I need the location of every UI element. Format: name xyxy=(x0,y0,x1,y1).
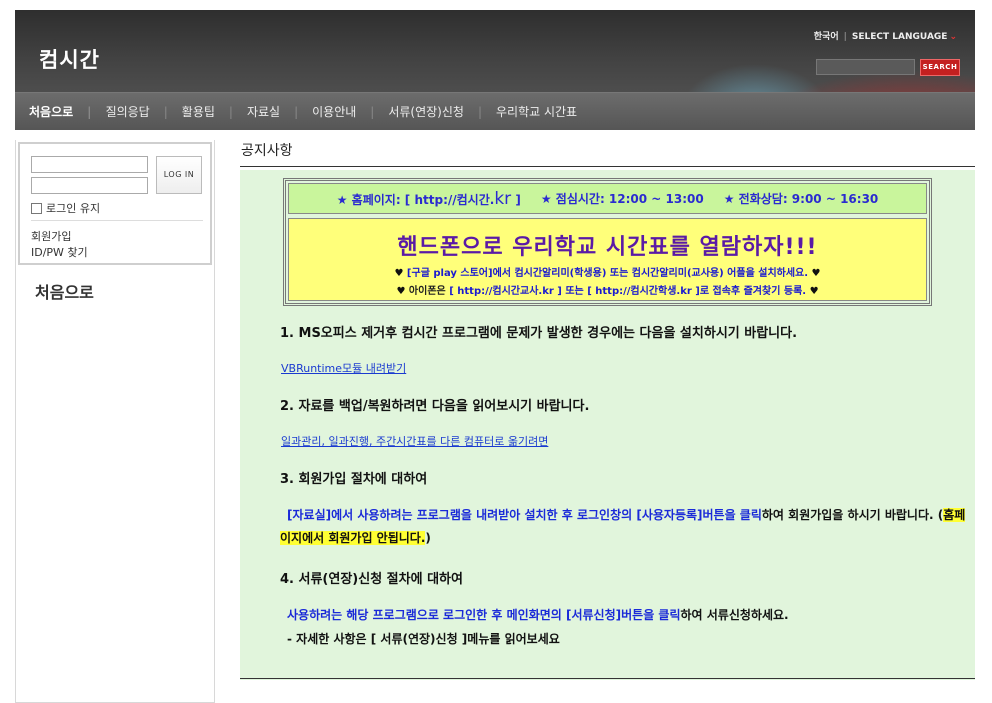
nav-item-school-timetable[interactable]: 우리학교 시간표 xyxy=(496,93,577,130)
sidebar-title: 처음으로 xyxy=(35,283,94,302)
language-separator: | xyxy=(843,32,847,42)
site-header: 컴시간 한국어 | SELECT LANGUAGE ⌄ SEARCH 처음으로 | 질의… xyxy=(15,10,975,130)
vbruntime-download-link[interactable]: VBRuntime모듈 내려받기 xyxy=(281,360,406,376)
nav-item-document-request[interactable]: 서류(연장)신청 | xyxy=(388,93,496,130)
login-id-field[interactable] xyxy=(31,156,148,173)
search-input[interactable] xyxy=(816,59,915,75)
keep-login-checkbox[interactable] xyxy=(31,202,42,214)
join-link[interactable]: 회원가입 xyxy=(31,228,71,244)
section-2-title: 2. 자료를 백업/복원하려면 다음을 읽어보시기 바랍니다. xyxy=(280,399,590,414)
sidebar: LOG IN 로그인 유지 회원가입 ID/PW 찾기 처음으로 xyxy=(15,140,215,703)
language-select[interactable]: SELECT LANGUAGE xyxy=(852,32,948,42)
nav-item-downloads[interactable]: 자료실 | xyxy=(247,93,312,130)
content-bottom-rule xyxy=(240,678,975,679)
notice-headline: 핸드폰으로 우리학교 시간표를 열람하자!!! xyxy=(397,235,818,260)
site-logo[interactable]: 컴시간 xyxy=(39,44,100,74)
homepage-info: ★ 홈페이지: [ http://컴시간.kr ] xyxy=(336,188,521,209)
login-button[interactable]: LOG IN xyxy=(156,156,202,194)
divider xyxy=(31,220,203,221)
notice-content: ★ 홈페이지: [ http://컴시간.kr ] ★ 점심시간: 12:00 … xyxy=(240,170,975,680)
main-nav: 처음으로 | 질의응답 | 활용팁 | 자료실 | 이용안내 | 서류(연장)신청 | 우리… xyxy=(15,92,975,130)
heart-icon: ♥ xyxy=(396,286,406,297)
phone-hours: ★ 전화상담: 9:00 ~ 16:30 xyxy=(723,192,879,206)
login-password-field[interactable] xyxy=(31,177,148,194)
section-4-title: 4. 서류(연장)신청 절차에 대하여 xyxy=(280,572,463,587)
heart-icon: ♥ xyxy=(811,268,821,279)
keep-login-label: 로그인 유지 xyxy=(46,202,101,215)
nav-item-home[interactable]: 처음으로 | xyxy=(29,93,106,130)
nav-item-qna[interactable]: 질의응답 | xyxy=(106,93,182,130)
find-id-pw-link[interactable]: ID/PW 찾기 xyxy=(31,244,88,260)
notice-info-bar: ★ 홈페이지: [ http://컴시간.kr ] ★ 점심시간: 12:00 … xyxy=(288,183,927,214)
notice-line-android: ♥ [구글 play 스토어]에서 컴시간알리미(학생용) 또는 컴시간알리미(… xyxy=(394,268,821,279)
language-current[interactable]: 한국어 xyxy=(814,32,839,42)
backup-guide-link[interactable]: 일과관리, 일과진행, 주간시간표를 다른 컴퓨터로 옮기려면 xyxy=(281,433,548,449)
page-title-bar: 공지사항 xyxy=(240,138,975,167)
homepage-link[interactable]: http://컴시간.kr xyxy=(414,189,511,209)
notice-box: ★ 홈페이지: [ http://컴시간.kr ] ★ 점심시간: 12:00 … xyxy=(283,178,932,306)
heart-icon: ♥ xyxy=(394,268,404,279)
nav-item-tips[interactable]: 활용팁 | xyxy=(182,93,247,130)
keep-login[interactable]: 로그인 유지 xyxy=(31,200,100,216)
search-button[interactable]: SEARCH xyxy=(920,59,960,76)
notice-headline-box: 핸드폰으로 우리학교 시간표를 열람하자!!! ♥ [구글 play 스토어]에… xyxy=(288,218,927,301)
lunch-time: ★ 점심시간: 12:00 ~ 13:00 xyxy=(540,192,704,206)
section-4-text: 사용하려는 해당 프로그램으로 로그인한 후 메인화면의 [서류신청]버튼을 클… xyxy=(287,608,789,622)
section-3-title: 3. 회원가입 절차에 대하여 xyxy=(280,472,428,487)
section-3-text: [자료실]에서 사용하려는 프로그램을 내려받아 설치한 후 로그인창의 [사용… xyxy=(280,508,966,545)
notice-line-iphone: ♥ 아이폰은 [ http://컴시간교사.kr ] 또는 [ http://컴… xyxy=(396,286,819,297)
section-4-note: - 자세한 사항은 [ 서류(연장)신청 ]메뉴를 읽어보세요 xyxy=(287,632,560,646)
nav-item-guide[interactable]: 이용안내 | xyxy=(312,93,388,130)
page-title: 공지사항 xyxy=(241,143,293,159)
chevron-down-icon[interactable]: ⌄ xyxy=(949,32,957,42)
section-1-title: 1. MS오피스 제거후 컴시간 프로그램에 문제가 발생한 경우에는 다음을 … xyxy=(280,326,798,341)
heart-icon: ♥ xyxy=(809,286,819,297)
language-bar: 한국어 | SELECT LANGUAGE ⌄ xyxy=(814,29,957,42)
login-box: LOG IN 로그인 유지 회원가입 ID/PW 찾기 xyxy=(18,142,212,265)
